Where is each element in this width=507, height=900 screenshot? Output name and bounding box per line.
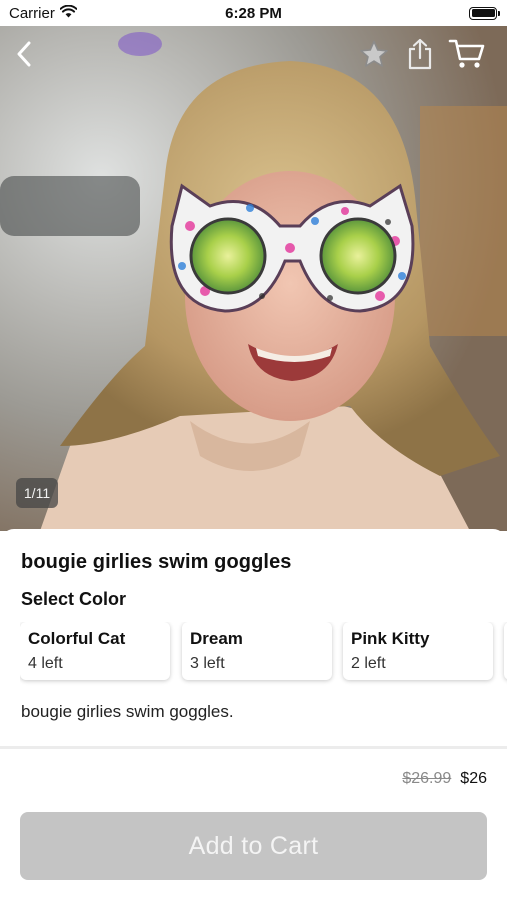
variant-option-pink-kitty[interactable]: Pink Kitty 2 left	[343, 622, 493, 680]
cart-icon	[448, 39, 485, 68]
share-icon	[408, 38, 432, 70]
product-title: bougie girlies swim goggles	[21, 551, 292, 573]
variant-stock: 4 left	[28, 655, 63, 672]
variant-option-dream[interactable]: Dream 3 left	[182, 622, 332, 680]
carrier-label: Carrier	[9, 4, 55, 22]
share-button[interactable]	[402, 36, 438, 72]
variant-name: Colorful Cat	[28, 629, 126, 648]
status-bar: Carrier 6:28 PM	[0, 0, 507, 26]
back-chevron-icon	[17, 41, 31, 67]
product-image-carousel[interactable]: 1/11	[0, 26, 507, 531]
color-variant-list[interactable]: Colorful Cat 4 left Dream 3 left Pink Ki…	[20, 622, 507, 686]
variant-stock: 3 left	[190, 655, 225, 672]
favorite-button[interactable]	[356, 36, 392, 72]
battery-icon	[469, 6, 500, 20]
price-row: $26.99 $26	[402, 770, 487, 788]
cart-button[interactable]	[445, 36, 489, 72]
product-photo	[0, 26, 507, 531]
status-left: Carrier	[9, 4, 78, 22]
sale-price: $26	[460, 770, 487, 787]
add-to-cart-button[interactable]: Add to Cart	[20, 812, 487, 880]
product-details-sheet: bougie girlies swim goggles Select Color…	[0, 529, 507, 745]
variant-name: Pink Kitty	[351, 629, 430, 648]
variant-option-colorful-cat[interactable]: Colorful Cat 4 left	[20, 622, 170, 680]
product-description: bougie girlies swim goggles.	[21, 702, 234, 721]
star-icon	[360, 40, 388, 67]
variant-name: Dream	[190, 629, 243, 648]
wifi-icon	[59, 4, 78, 22]
original-price: $26.99	[402, 770, 452, 787]
section-divider	[0, 746, 507, 749]
back-button[interactable]	[6, 36, 42, 72]
select-color-label: Select Color	[21, 589, 127, 609]
variant-stock: 2 left	[351, 655, 386, 672]
image-page-counter: 1/11	[16, 478, 58, 508]
